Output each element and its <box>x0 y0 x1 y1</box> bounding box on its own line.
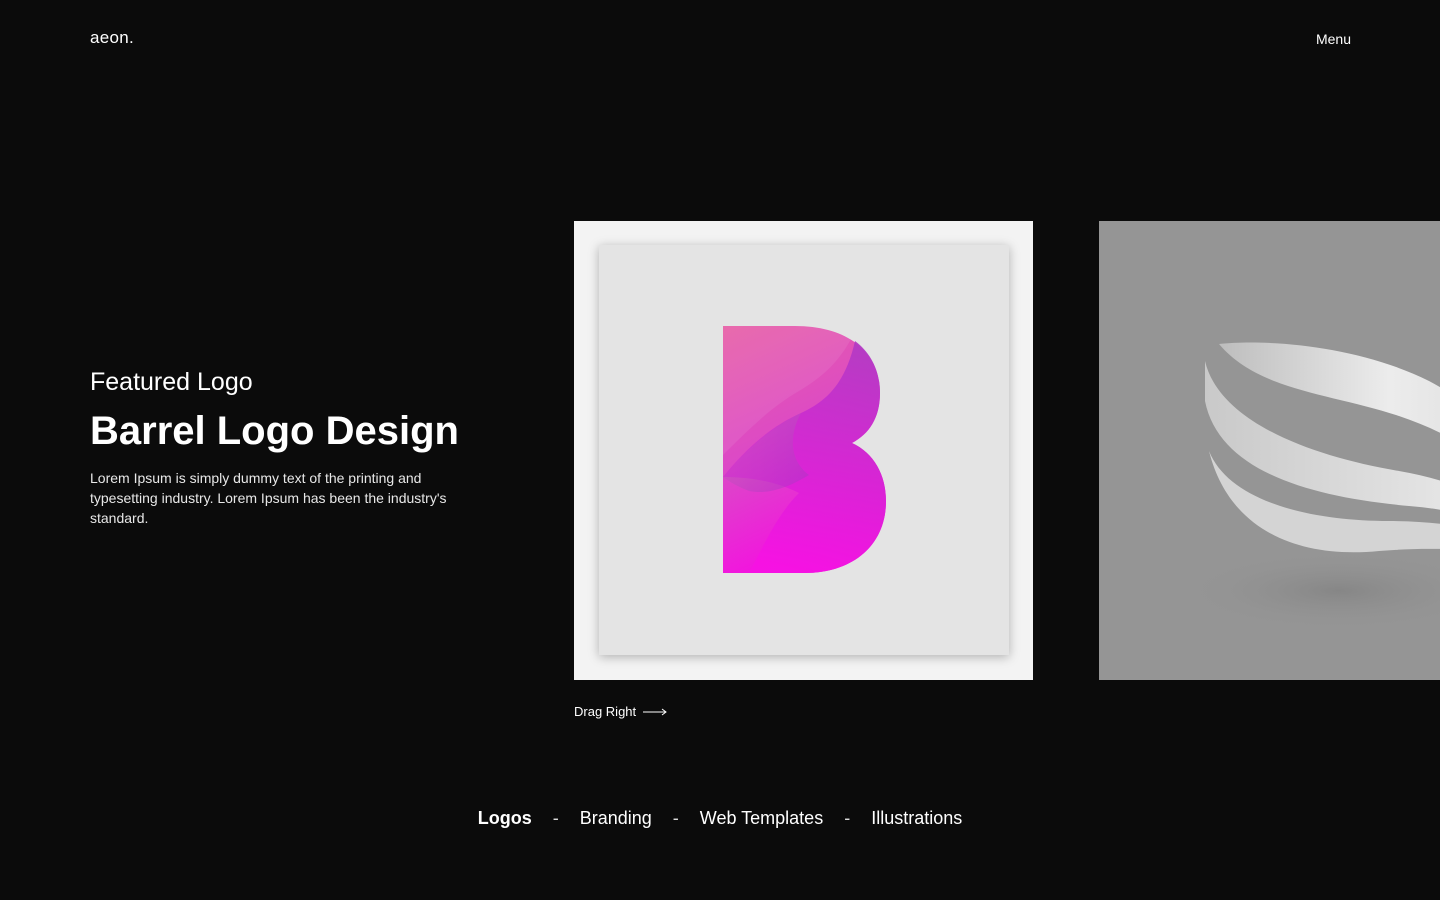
menu-button[interactable]: Menu <box>1316 31 1351 47</box>
brand-logo[interactable]: aeon. <box>90 28 134 48</box>
drag-label: Drag Right <box>574 704 637 719</box>
ribbon-s-logo-icon <box>1179 342 1440 631</box>
hero-description: Lorem Ipsum is simply dummy text of the … <box>90 470 447 526</box>
hero-text: Featured Logo Barrel Logo Design Lorem I… <box>90 366 510 528</box>
category-separator: - <box>672 808 679 828</box>
barrel-b-logo-icon <box>723 326 886 573</box>
gallery-card-barrel[interactable] <box>574 221 1033 680</box>
gallery-card-ribbon[interactable] <box>1099 221 1440 680</box>
drag-right-hint[interactable]: Drag Right <box>574 704 668 719</box>
category-branding[interactable]: Branding <box>578 808 654 829</box>
gallery-card-inner <box>599 245 1009 655</box>
category-web-templates[interactable]: Web Templates <box>698 808 825 829</box>
category-nav: Logos - Branding - Web Templates - Illus… <box>0 808 1440 829</box>
hero-eyebrow: Featured Logo <box>90 368 253 396</box>
page: aeon. Menu Featured Logo Barrel Logo Des… <box>0 0 1440 900</box>
arrow-right-icon <box>643 708 667 715</box>
category-separator: - <box>844 808 851 828</box>
hero-title: Barrel Logo Design <box>90 409 459 453</box>
category-illustrations[interactable]: Illustrations <box>869 808 964 829</box>
category-separator: - <box>552 808 559 828</box>
category-logos[interactable]: Logos <box>476 808 534 829</box>
